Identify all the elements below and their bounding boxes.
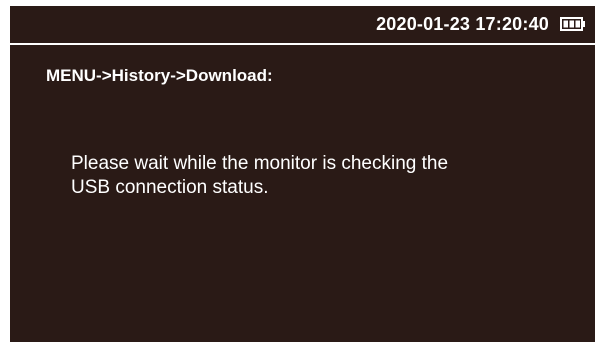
datetime-display: 2020-01-23 17:20:40: [376, 14, 549, 34]
breadcrumb: MENU->History->Download:: [46, 66, 273, 85]
status-message-line-1: Please wait while the monitor is checkin…: [71, 153, 449, 174]
status-bar: 2020-01-23 17:20:40: [10, 6, 595, 44]
status-message: Please wait while the monitor is checkin…: [71, 152, 551, 200]
status-divider: [10, 43, 595, 45]
status-message-line-2: USB connection status.: [71, 177, 269, 198]
battery-icon: [560, 17, 586, 31]
battery-segment: [569, 20, 574, 28]
device-screen: 2020-01-23 17:20:40 MENU->History->Downl…: [10, 6, 595, 342]
battery-segment: [575, 20, 580, 28]
battery-segment: [563, 20, 568, 28]
